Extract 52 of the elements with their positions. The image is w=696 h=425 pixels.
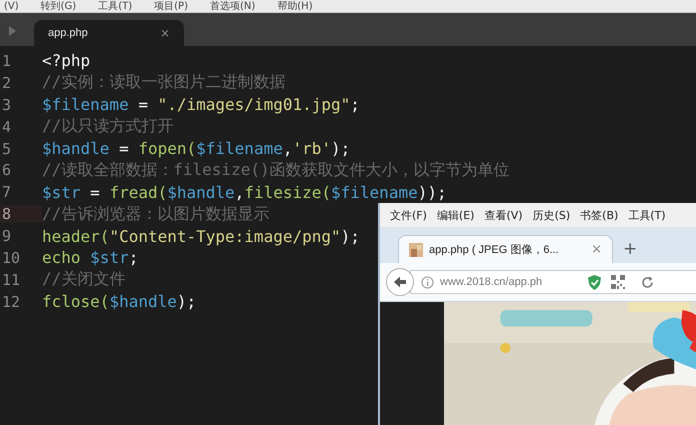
menu-item[interactable]: 编辑(E) [436,208,474,222]
code-line: fclose($handle); [42,292,196,312]
line-number: 12 [1,292,22,311]
browser-tab[interactable]: app.php ( JPEG 图像，6... × [398,235,613,263]
address-bar[interactable]: www.2018.cn/app.ph [410,270,696,294]
line-number: 9 [1,227,12,246]
line-number: 8 [0,205,42,224]
menu-item[interactable]: 工具(T) [98,2,132,12]
code-line: <?php [42,51,90,70]
close-icon[interactable]: × [160,26,170,40]
menu-item[interactable]: 首选项(N) [210,2,256,12]
line-number: 4 [1,118,12,136]
menu-item[interactable]: (V) [4,2,19,12]
code-line: echo $str; [42,248,138,268]
code-line: //告诉浏览器：以图片数据显示 [42,204,270,225]
menu-item[interactable]: 帮助(H) [277,2,313,12]
menu-item[interactable]: 转到(G) [40,2,76,12]
code-line: $handle = fopen($filename,'rb'); [42,139,350,158]
code-line: //读取全部数据：filesize()函数获取文件大小，以字节为单位 [42,160,510,181]
menu-item[interactable]: 书签(B) [580,208,618,222]
qr-code-icon [611,275,625,289]
info-icon [421,276,434,288]
image-thumbnail-icon [409,242,423,256]
shield-icon [588,274,601,290]
reload-icon [641,276,654,288]
code-line: $filename = "./images/img01.jpg"; [42,95,360,114]
menu-item[interactable]: 项目(P) [154,2,188,12]
code-line: header("Content-Type:image/png"); [42,226,360,246]
menu-item[interactable]: 查看(V) [484,208,523,222]
menu-item[interactable]: 文件(F) [390,208,427,222]
line-number: 5 [1,140,12,158]
code-line: //以只读方式打开 [42,116,174,138]
line-number: 3 [1,96,12,114]
new-tab-button[interactable]: + [623,239,638,259]
line-number: 6 [1,161,12,180]
line-number: 7 [1,183,12,202]
menu-item[interactable]: 历史(S) [532,208,570,222]
back-button[interactable] [386,268,414,296]
menu-item[interactable]: 工具(T) [628,208,666,222]
editor-tab[interactable]: app.php × [34,20,184,46]
line-number: 11 [1,270,22,289]
url-text: www.2018.cn/app.ph [440,276,544,288]
tab-label: app.php ( JPEG 图像，6... [429,243,560,257]
line-number: 10 [1,248,22,267]
back-arrow-icon [393,276,407,288]
line-number: 2 [1,74,12,92]
code-line: //关闭文件 [42,269,126,290]
code-line: //实例：读取一张图片二进制数据 [42,72,286,94]
code-line: $str = fread($handle,filesize($filename)); [42,182,447,202]
tab-label: app.php [48,27,88,39]
line-number: 1 [1,52,12,70]
play-icon [8,26,16,36]
